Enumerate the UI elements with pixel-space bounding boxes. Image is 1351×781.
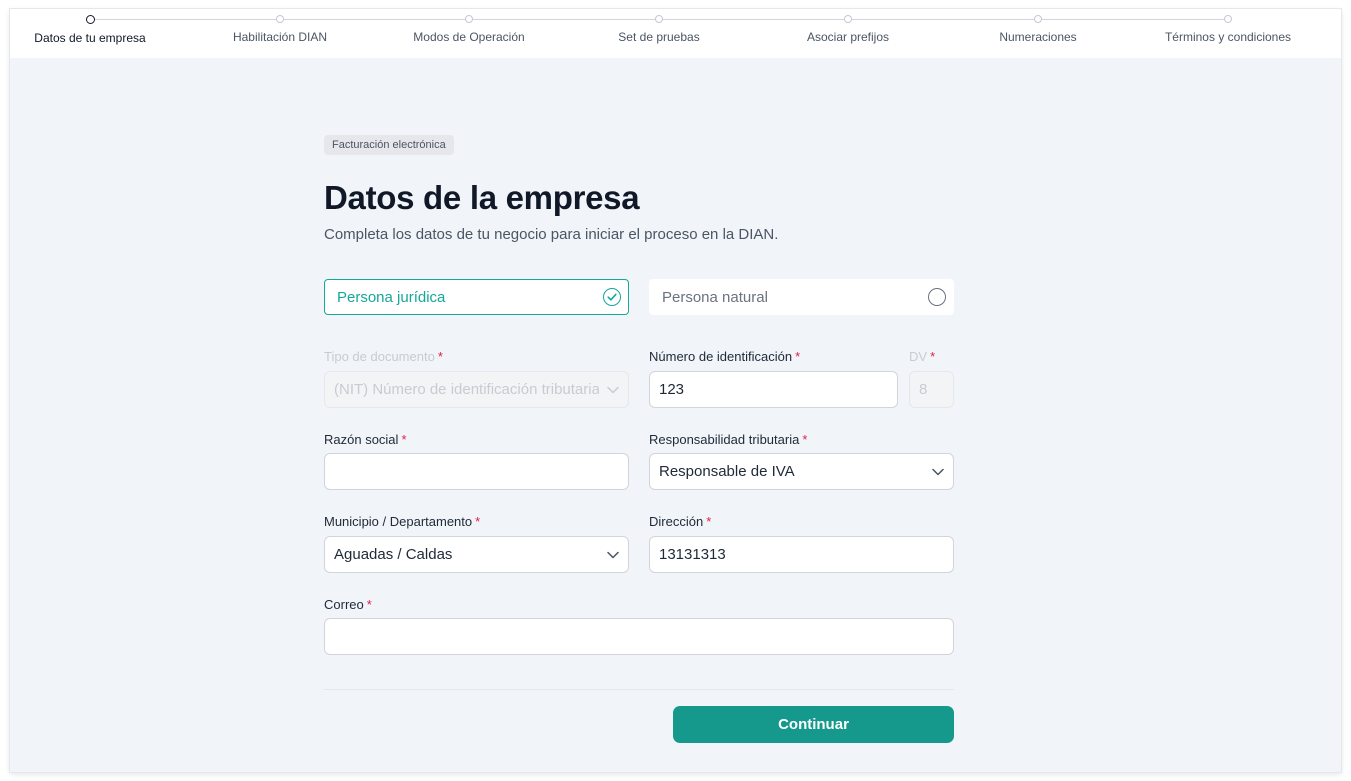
app-window: Datos de tu empresa Habilitación DIAN Mo… — [10, 9, 1341, 772]
form-divider — [324, 689, 954, 690]
step-set-pruebas[interactable]: Set de pruebas — [564, 15, 754, 44]
dv-input[interactable]: 8 — [909, 371, 954, 408]
step-label: Términos y condiciones — [1164, 30, 1292, 44]
step-indicator-icon — [465, 15, 473, 23]
step-indicator-icon — [1034, 15, 1042, 23]
step-indicator-icon — [844, 15, 852, 23]
step-modos-operacion[interactable]: Modos de Operación — [374, 15, 564, 44]
persona-juridica-option[interactable]: Persona jurídica — [324, 279, 629, 315]
numero-identificacion-value: 123 — [659, 381, 685, 398]
responsabilidad-label: Responsabilidad tributaria * — [649, 432, 808, 447]
persona-juridica-label: Persona jurídica — [337, 288, 446, 306]
municipio-select[interactable]: Aguadas / Caldas — [324, 536, 629, 573]
step-label: Habilitación DIAN — [232, 30, 328, 44]
step-label: Numeraciones — [999, 30, 1077, 44]
correo-label: Correo * — [324, 597, 372, 612]
responsabilidad-value: Responsable de IVA — [659, 463, 795, 480]
direccion-value: 13131313 — [659, 546, 726, 563]
responsabilidad-select[interactable]: Responsable de IVA — [649, 453, 954, 490]
dv-value: 8 — [919, 381, 928, 398]
step-label: Asociar prefijos — [806, 30, 890, 44]
correo-input[interactable] — [324, 618, 954, 655]
step-label: Set de pruebas — [618, 30, 700, 44]
numero-identificacion-input[interactable]: 123 — [649, 371, 898, 408]
step-habilitacion-dian[interactable]: Habilitación DIAN — [185, 15, 375, 44]
razon-social-label: Razón social * — [324, 432, 407, 447]
step-label: Modos de Operación — [413, 30, 525, 44]
direccion-input[interactable]: 13131313 — [649, 536, 954, 573]
tipo-documento-select[interactable]: (NIT) Número de identificación tributari… — [324, 371, 629, 408]
dv-label: DV * — [909, 349, 936, 364]
step-indicator-icon — [276, 15, 284, 23]
step-indicator-icon — [85, 15, 95, 24]
step-terminos-condiciones[interactable]: Términos y condiciones — [1133, 15, 1323, 44]
step-datos-empresa[interactable]: Datos de tu empresa — [10, 15, 185, 45]
tipo-documento-value: (NIT) Número de identificación tributari… — [334, 381, 599, 398]
razon-social-input[interactable] — [324, 453, 629, 490]
section-badge: Facturación electrónica — [324, 135, 454, 155]
progress-stepper: Datos de tu empresa Habilitación DIAN Mo… — [10, 9, 1341, 58]
municipio-value: Aguadas / Caldas — [334, 546, 453, 563]
step-numeraciones[interactable]: Numeraciones — [943, 15, 1133, 44]
step-label: Datos de tu empresa — [34, 31, 146, 45]
tipo-documento-label: Tipo de documento * — [324, 349, 443, 364]
step-indicator-icon — [655, 15, 663, 23]
page-subtitle: Completa los datos de tu negocio para in… — [324, 226, 779, 243]
persona-natural-option[interactable]: Persona natural — [649, 279, 954, 315]
step-asociar-prefijos[interactable]: Asociar prefijos — [753, 15, 943, 44]
chevron-down-icon — [932, 468, 944, 475]
radio-empty-icon — [928, 288, 946, 306]
page-title: Datos de la empresa — [324, 179, 640, 216]
municipio-label: Municipio / Departamento * — [324, 514, 481, 529]
continue-button[interactable]: Continuar — [673, 706, 954, 743]
direccion-label: Dirección * — [649, 514, 712, 529]
numero-identificacion-label: Número de identificación * — [649, 349, 801, 364]
chevron-down-icon — [607, 386, 619, 393]
persona-natural-label: Persona natural — [662, 288, 768, 306]
chevron-down-icon — [607, 551, 619, 558]
step-indicator-icon — [1224, 15, 1232, 23]
check-circle-icon — [603, 288, 621, 306]
